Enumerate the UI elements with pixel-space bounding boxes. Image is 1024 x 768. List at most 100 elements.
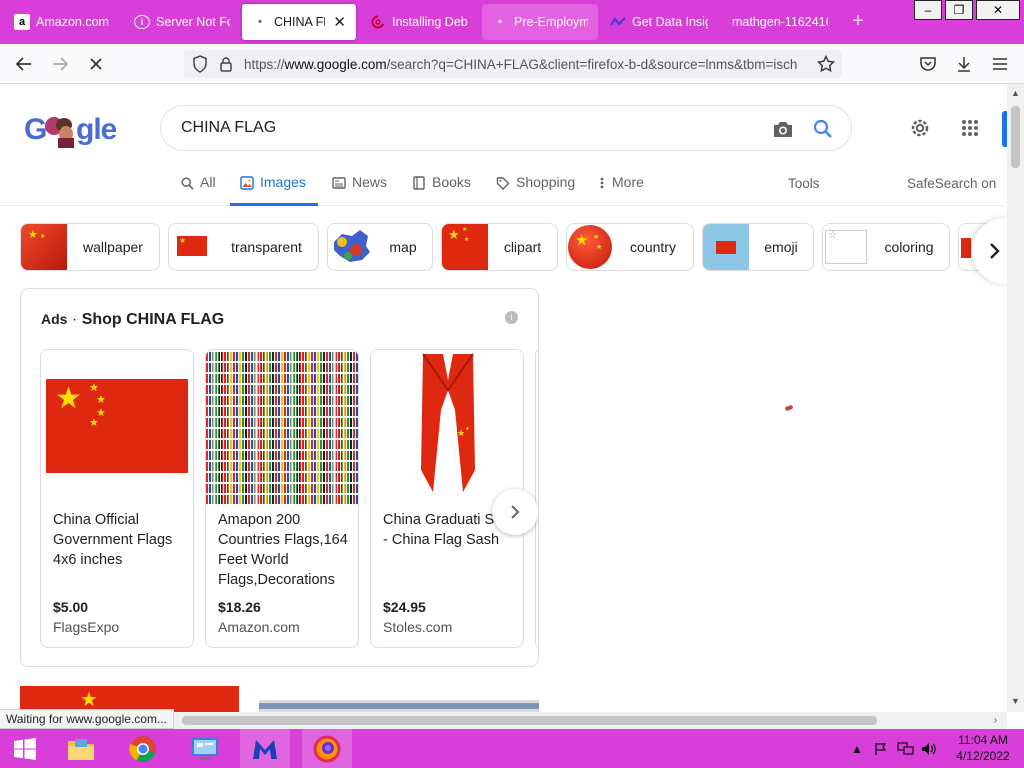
navigation-bar: https://www.google.com/search?q=CHINA+FL… [0, 44, 1024, 84]
tab-china-flag[interactable]: • CHINA FLA ✕ [242, 4, 356, 40]
close-window-button[interactable]: ✕ [976, 0, 1020, 20]
chip-clipart[interactable]: ★ ★ ★ clipart [441, 223, 558, 271]
tab-books[interactable]: Books [412, 174, 471, 206]
lock-icon[interactable] [214, 52, 238, 76]
search-icon[interactable] [811, 117, 835, 141]
tracking-protection-icon[interactable] [188, 52, 212, 76]
search-box [160, 105, 852, 151]
control-panel-icon [192, 737, 218, 760]
search-icon [180, 176, 194, 190]
chip-map[interactable]: map [327, 223, 433, 271]
tab-shopping[interactable]: Shopping [496, 174, 575, 206]
ads-header: Ads · Shop CHINA FLAG [41, 311, 224, 329]
more-vert-icon [598, 176, 606, 190]
tab-pre-employment[interactable]: • Pre-Employme [482, 4, 598, 40]
folder-icon [68, 738, 94, 760]
file-explorer-button[interactable] [56, 729, 106, 768]
tab-label: News [352, 174, 388, 190]
start-button[interactable] [0, 729, 50, 768]
tab-installing-debian[interactable]: Installing Debi [360, 4, 478, 40]
chip-label: coloring [884, 239, 934, 255]
url-domain: www.google.com [284, 56, 387, 72]
debian-icon [370, 14, 386, 30]
tab-title: Get Data Insigl [632, 15, 708, 29]
volume-icon[interactable] [920, 741, 938, 757]
tab-server-not-found[interactable]: i Server Not Fo [124, 4, 240, 40]
minimize-button[interactable]: – [914, 0, 942, 20]
bookmark-star-icon[interactable] [814, 52, 838, 76]
tab-label: More [612, 174, 644, 190]
product-seller: Stoles.com [383, 619, 453, 635]
product-card-partial[interactable] [535, 349, 538, 648]
product-price: $5.00 [53, 599, 89, 615]
chip-label: clipart [503, 239, 542, 255]
tab-all[interactable]: All [180, 174, 216, 206]
search-tabs: All Images News Books Shopping More Tool… [0, 166, 1004, 206]
tab-label: Books [432, 174, 471, 190]
scroll-right-icon[interactable]: › [990, 715, 1001, 726]
chip-emoji[interactable]: emoji [702, 223, 814, 271]
tab-title: mathgen-1162416 [732, 15, 828, 29]
apps-grid-icon[interactable] [958, 116, 982, 140]
tools-button[interactable]: Tools [788, 176, 820, 191]
control-panel-button[interactable] [180, 729, 230, 768]
tray-chevron-icon[interactable]: ▲ [850, 741, 864, 757]
settings-gear-icon[interactable] [908, 116, 932, 140]
doodle-image: G gle [24, 113, 116, 148]
clock-time: 11:04 AM [958, 733, 1008, 747]
chip-coloring[interactable]: ☆ coloring [822, 223, 950, 271]
chip-thumbnail [328, 224, 374, 270]
product-card[interactable]: ★ ★ ★ ★ ★ China Official Government Flag… [40, 349, 194, 648]
ad-info-icon[interactable]: i [505, 311, 518, 324]
firefox-button[interactable] [302, 729, 352, 768]
back-button[interactable] [12, 52, 36, 76]
action-center-flag-icon[interactable] [872, 741, 890, 757]
google-doodle-logo[interactable]: G gle [24, 108, 116, 148]
downloads-icon[interactable] [952, 52, 976, 76]
tab-more[interactable]: More [598, 174, 644, 206]
tab-get-data-insights[interactable]: Get Data Insigl [600, 4, 718, 40]
chip-wallpaper[interactable]: ★ ★ wallpaper [20, 223, 160, 271]
product-seller: Amazon.com [218, 619, 300, 635]
ads-next-button[interactable] [492, 489, 538, 535]
scrollbar-thumb[interactable] [182, 716, 877, 725]
camera-icon[interactable] [771, 117, 795, 141]
malwarebytes-button[interactable] [240, 729, 290, 768]
ads-separator: · [71, 311, 78, 328]
chip-country[interactable]: ★ ★ ★ country [566, 223, 694, 271]
chip-label: country [630, 239, 676, 255]
chip-thumbnail: ★ ★ ★ [442, 224, 488, 270]
close-tab-icon[interactable]: ✕ [333, 13, 346, 31]
tab-amazon[interactable]: a Amazon.com [4, 4, 122, 40]
svg-text:G: G [24, 113, 46, 146]
chrome-button[interactable] [118, 729, 168, 768]
safesearch-button[interactable]: SafeSearch on [907, 176, 996, 191]
url-path: /search?q=CHINA+FLAG&client=firefox-b-d&… [386, 56, 798, 72]
ads-label: Ads [41, 311, 68, 327]
product-image [206, 350, 358, 504]
url-bar[interactable]: https://www.google.com/search?q=CHINA+FL… [184, 50, 842, 78]
network-icon[interactable] [896, 741, 916, 757]
images-icon [240, 176, 254, 190]
scroll-up-icon[interactable]: ▲ [1010, 88, 1021, 99]
scroll-down-icon[interactable]: ▼ [1010, 696, 1021, 707]
new-tab-button[interactable]: + [848, 10, 868, 32]
scrollbar-thumb[interactable] [1011, 106, 1020, 168]
system-clock[interactable]: 11:04 AM 4/12/2022 [948, 732, 1018, 764]
chip-transparent[interactable]: ★ transparent [168, 223, 319, 271]
vertical-scrollbar[interactable]: ▲ ▼ [1007, 84, 1024, 712]
restore-button[interactable]: ❐ [945, 0, 973, 20]
ads-title: Shop CHINA FLAG [81, 311, 225, 328]
forward-button[interactable] [48, 52, 72, 76]
menu-hamburger-icon[interactable] [988, 52, 1012, 76]
chip-thumbnail: ★ [169, 224, 215, 270]
tab-news[interactable]: News [332, 174, 387, 206]
search-input[interactable] [181, 116, 761, 140]
tab-images[interactable]: Images [230, 174, 318, 206]
insights-icon [610, 14, 626, 30]
pocket-icon[interactable] [916, 52, 940, 76]
stop-loading-button[interactable] [84, 52, 108, 76]
tab-mathgen[interactable]: mathgen-1162416 [722, 4, 838, 40]
status-bar: Waiting for www.google.com... [0, 709, 174, 729]
product-card[interactable]: Amapon 200 Countries Flags,164 Feet Worl… [205, 349, 359, 648]
